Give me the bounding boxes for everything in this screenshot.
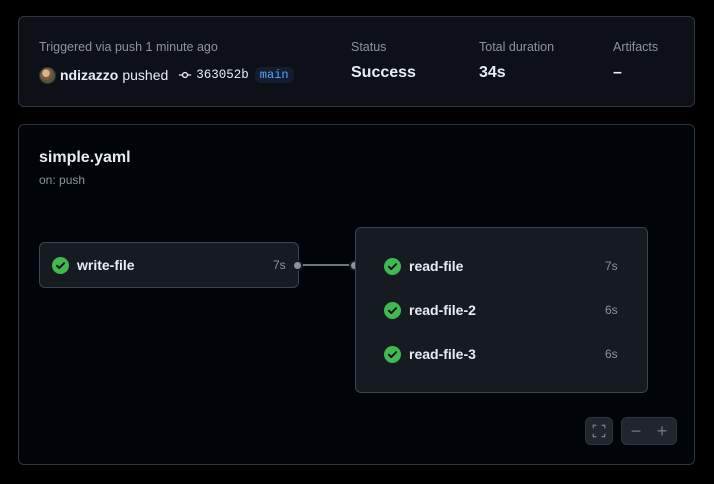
actor-link[interactable]: ndizazzo — [60, 67, 118, 83]
commit-sha-link[interactable]: 363052b — [196, 68, 249, 82]
job-duration: 7s — [605, 259, 618, 273]
check-circle-icon — [384, 345, 401, 363]
connector-dot — [292, 260, 303, 271]
job-name: write-file — [77, 257, 135, 273]
run-summary: Triggered via push 1 minute ago ndizazzo… — [18, 16, 695, 107]
job-group: read-file 7s read-file-2 6s read-file-3 … — [355, 227, 648, 393]
job-name: read-file-2 — [409, 302, 476, 318]
check-circle-icon — [384, 301, 401, 319]
artifacts-label: Artifacts — [613, 40, 659, 54]
fullscreen-button[interactable] — [585, 417, 613, 445]
duration-label: Total duration — [479, 40, 555, 54]
branch-badge[interactable]: main — [254, 67, 294, 83]
artifacts-value: – — [613, 64, 622, 81]
job-connector — [298, 264, 356, 266]
check-circle-icon — [52, 256, 69, 274]
zoom-controls: − + — [621, 417, 677, 445]
job-duration: 7s — [273, 258, 286, 272]
action-text: pushed — [122, 67, 169, 83]
job-duration: 6s — [605, 303, 618, 317]
job-write-file[interactable]: write-file 7s — [39, 242, 299, 288]
job-read-file-2[interactable]: read-file-2 — [384, 300, 476, 320]
workflow-trigger: on: push — [39, 173, 86, 187]
job-duration: 6s — [605, 347, 618, 361]
fullscreen-icon — [592, 424, 606, 438]
job-read-file[interactable]: read-file — [384, 256, 463, 276]
job-row: write-file — [52, 255, 135, 275]
status-value: Success — [351, 64, 416, 81]
zoom-in-button[interactable]: + — [649, 418, 675, 444]
job-read-file-3[interactable]: read-file-3 — [384, 344, 476, 364]
job-name: read-file-3 — [409, 346, 476, 362]
check-circle-icon — [384, 257, 401, 275]
job-name: read-file — [409, 258, 464, 274]
duration-value: 34s — [479, 64, 506, 81]
trigger-row: ndizazzo pushed 363052b main — [39, 65, 294, 85]
status-label: Status — [351, 40, 387, 54]
trigger-label: Triggered via push 1 minute ago — [39, 40, 218, 54]
zoom-out-button[interactable]: − — [623, 418, 649, 444]
avatar[interactable] — [39, 66, 56, 84]
workflow-name[interactable]: simple.yaml — [39, 149, 131, 167]
git-commit-icon — [178, 68, 192, 82]
workflow-graph: simple.yaml on: push write-file 7s read-… — [18, 124, 695, 465]
